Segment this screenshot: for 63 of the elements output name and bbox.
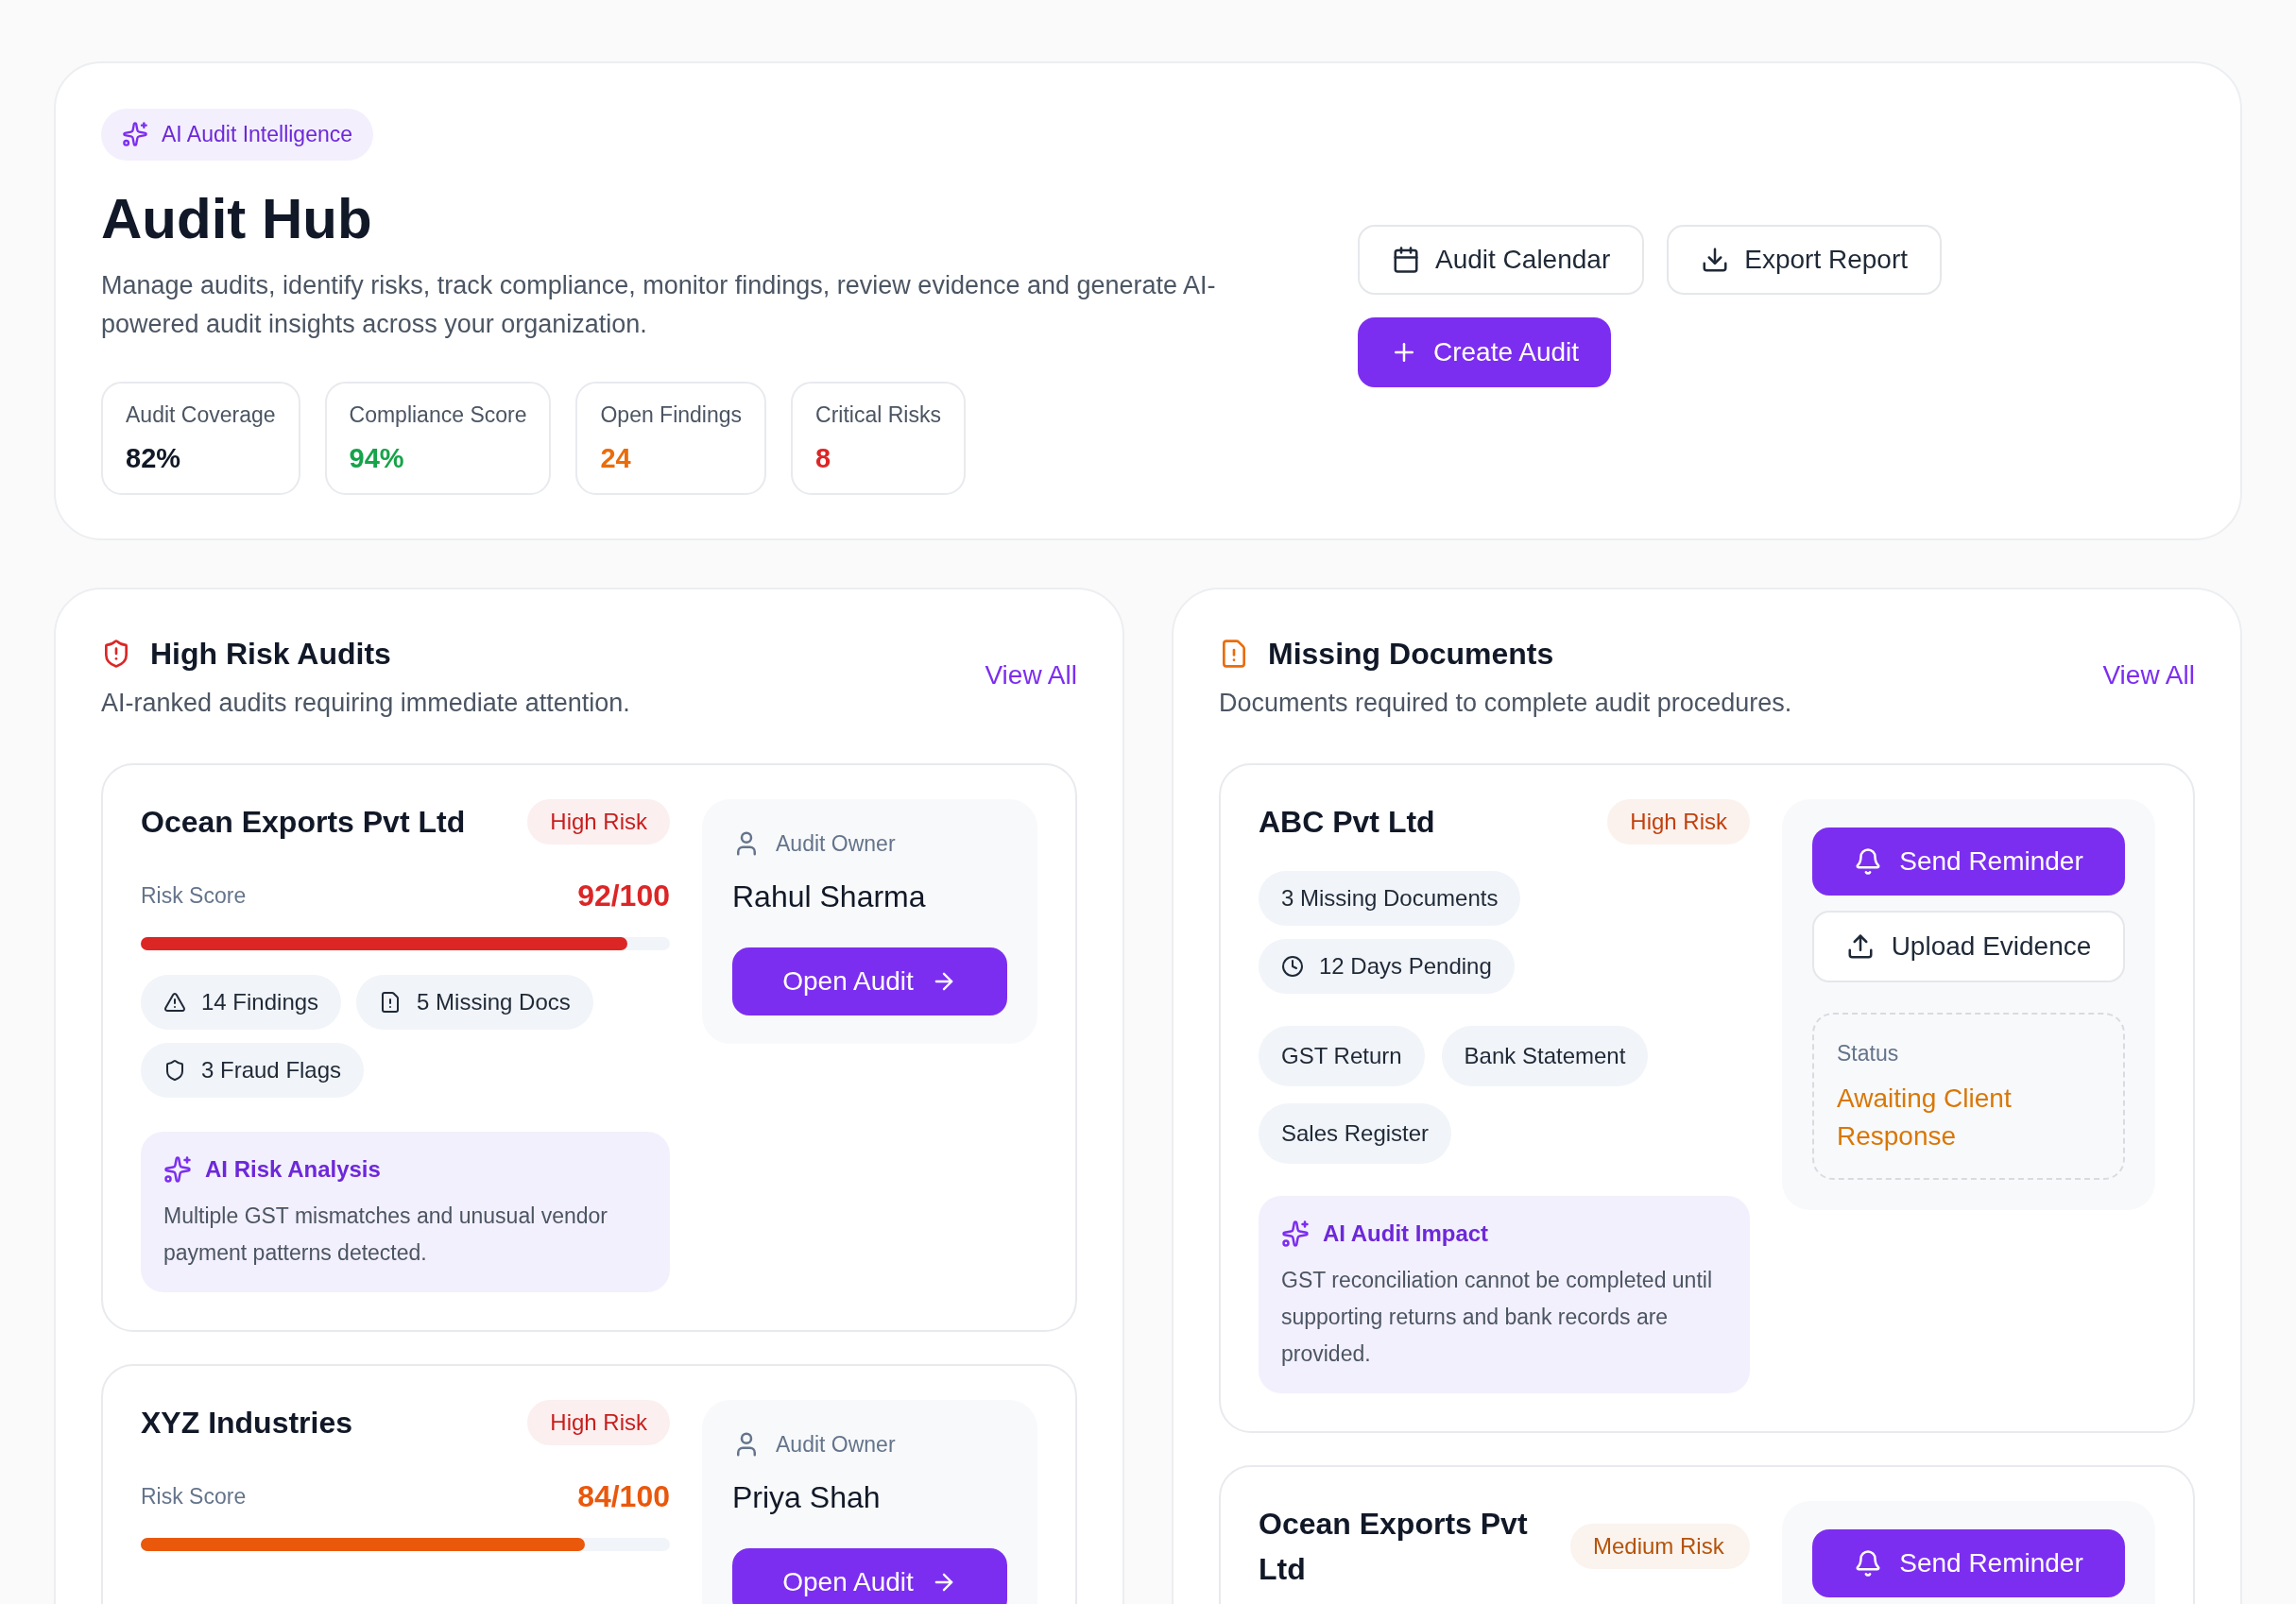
document-tag: Sales Register <box>1259 1103 1452 1164</box>
risk-score-value: 84/100 <box>577 1478 670 1515</box>
stat-label: Compliance Score <box>349 401 527 429</box>
section-title: High Risk Audits <box>150 635 391 673</box>
stat-value: 24 <box>600 442 632 475</box>
document-tag: GST Return <box>1259 1026 1425 1086</box>
risk-badge: High Risk <box>527 1400 670 1445</box>
company-name: Ocean Exports Pvt Ltd <box>141 804 466 841</box>
stat-label: Audit Coverage <box>126 401 276 429</box>
chip-label: 5 Missing Docs <box>417 988 571 1016</box>
chip-label: 3 Fraud Flags <box>201 1056 342 1084</box>
status-value: Awaiting Client Response <box>1837 1082 2013 1152</box>
section-title: Missing Documents <box>1268 635 1554 673</box>
risk-score-label: Risk Score <box>141 881 247 910</box>
stat-value: 82% <box>126 442 182 475</box>
stat-value: 94% <box>349 442 405 475</box>
owner-label: Audit Owner <box>776 830 896 858</box>
risk-badge: High Risk <box>1607 799 1750 845</box>
section-subtitle: Documents required to complete audit procedures. <box>1219 687 1792 719</box>
sparkle-icon <box>122 121 148 148</box>
risk-score-label: Risk Score <box>141 1482 247 1510</box>
status-label: Status <box>1837 1040 1900 1067</box>
document-tag: Bank Statement <box>1441 1026 1649 1086</box>
risk-badge: High Risk <box>527 799 670 845</box>
page-title: Audit Hub <box>101 185 373 252</box>
ai-box-text: Multiple GST mismatches and unusual vendor payment patterns detected. <box>163 1203 609 1267</box>
ai-box-title: AI Audit Impact <box>1323 1220 1489 1248</box>
stat-label: Critical Risks <box>815 401 941 429</box>
send-reminder-button[interactable]: Send Reminder <box>1812 828 2125 896</box>
view-all-link[interactable]: View All <box>985 656 1077 695</box>
open-audit-button[interactable]: Open Audit <box>732 947 1007 1015</box>
owner-name: Rahul Sharma <box>732 878 927 915</box>
export-button[interactable]: Export Report <box>1667 225 1942 295</box>
page-description: Manage audits, identify risks, track compliance, monitor findings, review evidence and generate AI-powered audit insights across your organization. <box>101 269 1217 340</box>
company-name: ABC Pvt Ltd <box>1259 804 1436 841</box>
tag-chip: 3 Missing Documents <box>1259 871 1521 926</box>
owner-label: Audit Owner <box>776 1431 896 1459</box>
view-all-link[interactable]: View All <box>2102 656 2195 695</box>
calendar-button[interactable]: Audit Calendar <box>1358 225 1645 295</box>
clock-icon <box>1281 955 1304 978</box>
chip-label: 14 Findings <box>201 988 319 1016</box>
sparkle-icon <box>1281 1220 1310 1248</box>
risk-badge: Medium Risk <box>1570 1524 1750 1569</box>
download-icon <box>1701 246 1730 274</box>
calendar-icon <box>1392 246 1420 274</box>
company-name: XYZ Industries <box>141 1405 353 1442</box>
send-reminder-button[interactable]: Send Reminder <box>1812 1529 2125 1597</box>
company-name: Ocean Exports Pvt Ltd <box>1259 1506 1529 1588</box>
ai-box-title: AI Risk Analysis <box>205 1155 381 1184</box>
stat-value: 8 <box>815 442 832 475</box>
section-subtitle: AI-ranked audits requiring immediate attention. <box>101 687 630 719</box>
sparkle-icon <box>163 1155 192 1184</box>
ai-box-text: GST reconciliation cannot be completed until supporting returns and bank records are provided. <box>1281 1267 1713 1368</box>
upload-evidence-button[interactable]: Upload Evidence <box>1812 911 2125 982</box>
owner-name: Priya Shah <box>732 1478 882 1516</box>
chip-label: 12 Days Pending <box>1319 952 1492 981</box>
risk-score-value: 92/100 <box>577 878 670 914</box>
stat-label: Open Findings <box>600 401 743 429</box>
warning-icon <box>163 991 186 1014</box>
shield-icon <box>163 1059 186 1082</box>
ai-badge-label: AI Audit Intelligence <box>162 121 353 148</box>
open-audit-button[interactable]: Open Audit <box>732 1547 1007 1604</box>
create-audit-button[interactable]: Create Audit <box>1358 317 1612 387</box>
